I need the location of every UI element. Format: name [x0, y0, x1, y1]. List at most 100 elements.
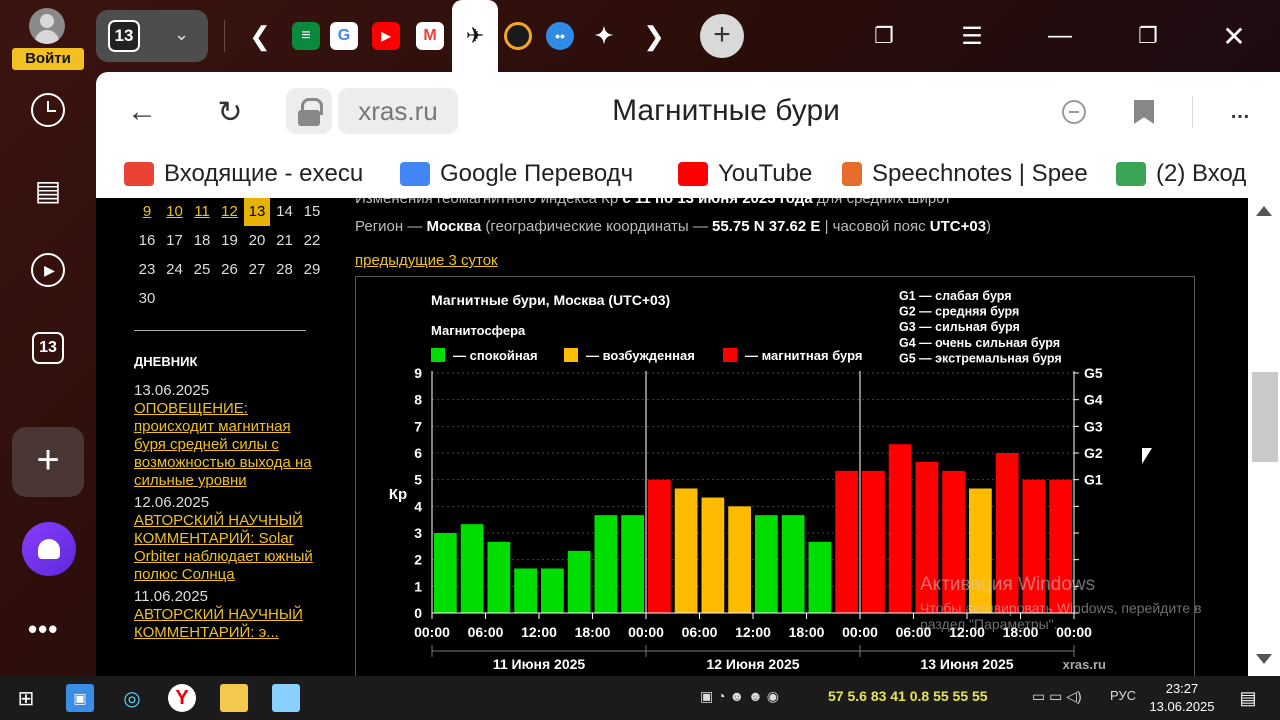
reload-button[interactable]: ↻ [206, 90, 254, 134]
intro-text: Изменения геомагнитного индекса Кр [355, 198, 623, 207]
sparkle-icon[interactable]: ✦ [590, 22, 618, 50]
scroll-down-icon[interactable] [1256, 654, 1272, 664]
url-field[interactable]: xras.ru [338, 88, 458, 134]
previous-3-days-link[interactable]: предыдущие 3 суток [355, 252, 498, 269]
calendar-day: 28 [276, 261, 293, 278]
chevron-right-icon[interactable]: ❯ [636, 18, 672, 54]
legend-swatch [431, 348, 445, 362]
scroll-thumb[interactable] [1252, 372, 1278, 462]
calendar-day: 29 [303, 261, 321, 278]
more-icon[interactable]: ••• [28, 614, 58, 645]
calendar-day[interactable]: 13 [244, 198, 270, 226]
clock-time: 23:27 [1165, 681, 1199, 696]
gmail-icon[interactable]: M [416, 22, 444, 50]
app-icon[interactable]: ▣ [66, 684, 94, 712]
activation-title: Активация Windows [920, 574, 1096, 595]
app-icon[interactable] [272, 684, 300, 712]
address-bar: ← ↻ xras.ru Магнитные бури … [96, 72, 1280, 152]
bookmark-item[interactable]: Google Переводч [400, 156, 656, 192]
login-label: Войти [12, 48, 84, 70]
bookmark-item[interactable]: Speechnotes | Spee [842, 156, 1100, 192]
menu-icon[interactable]: ☰ [954, 18, 990, 54]
calendar-day[interactable]: 10 [162, 198, 188, 226]
tabs-counter-icon[interactable]: 13 [26, 326, 70, 370]
sun-icon[interactable] [504, 22, 532, 50]
chevron-left-icon[interactable]: ❮ [242, 18, 278, 54]
calendar-day: 19 [221, 232, 238, 249]
bookmark-item[interactable]: (2) Вход [1116, 156, 1260, 192]
mouse-cursor-icon [1142, 448, 1152, 464]
minimize-icon[interactable]: — [1042, 18, 1078, 54]
bookmark-icon[interactable] [1126, 94, 1162, 130]
intro-line-1: Изменения геомагнитного индекса Кр с 11 … [355, 198, 951, 207]
chat-icon[interactable]: •• [546, 22, 574, 50]
profile-button[interactable]: Войти [12, 8, 84, 70]
google-icon[interactable]: G [330, 22, 358, 50]
tab-favicon-green[interactable]: ≡ [292, 22, 320, 50]
notifications-icon[interactable]: ▤ [1234, 684, 1262, 712]
g-scale-legend: G2 — средняя буря [899, 305, 1019, 319]
tray-numbers: 57 5.6 83 41 0.8 55 55 55 [828, 688, 988, 704]
youtube-icon[interactable]: ▶ [372, 22, 400, 50]
calendar-day: 14 [276, 203, 293, 220]
calendar-day[interactable]: 12 [217, 198, 243, 226]
diary-link[interactable]: АВТОРСКИЙ НАУЧНЫЙ КОММЕНТАРИЙ: э... [134, 606, 314, 642]
scroll-up-icon[interactable] [1256, 206, 1272, 216]
x-tick-label: 06:00 [468, 624, 504, 640]
windows-start-icon[interactable]: ⊞ [12, 684, 40, 712]
coordinates: 55.75 N 37.62 E [712, 218, 821, 235]
more-menu-icon[interactable]: … [1222, 94, 1258, 130]
kp-bar [567, 550, 591, 613]
close-icon[interactable]: ✕ [1216, 18, 1252, 54]
bookmarks-icon[interactable]: ❐ [866, 18, 902, 54]
y-tick-label: 3 [414, 525, 422, 541]
x-tick-label: 18:00 [789, 624, 825, 640]
tab-active-xras[interactable]: ✈ [452, 0, 498, 72]
bookmark-item[interactable]: Входящие - execu [124, 156, 378, 192]
folder-icon[interactable] [220, 684, 248, 712]
zoom-out-icon[interactable] [1056, 94, 1092, 130]
alice-assistant-icon[interactable] [22, 522, 76, 576]
yandex-browser-icon[interactable]: Y [168, 684, 196, 712]
language-indicator[interactable]: РУС [1110, 688, 1136, 703]
intro-line-2: Регион — Москва (географические координа… [355, 218, 991, 235]
lock-icon[interactable] [286, 88, 332, 134]
collections-icon[interactable]: ▤ [26, 168, 70, 212]
kp-bar [755, 515, 778, 613]
day-label: 12 Июня 2025 [706, 656, 799, 672]
bookmark-item[interactable]: YouTube [678, 156, 818, 192]
diary-link[interactable]: АВТОРСКИЙ НАУЧНЫЙ КОММЕНТАРИЙ: Solar Orb… [134, 512, 314, 584]
kp-bar [621, 515, 644, 613]
new-tab-button[interactable]: + [700, 14, 744, 58]
chart-title: Магнитные бури, Москва (UTC+03) [431, 292, 670, 308]
diary-date: 12.06.2025 [134, 494, 210, 511]
add-panel-button[interactable]: + [12, 427, 84, 497]
diary-date: 13.06.2025 [134, 382, 210, 399]
wifi-app-icon[interactable]: ◎ [118, 684, 146, 712]
g-tick-label: G4 [1084, 392, 1103, 408]
scrollbar[interactable] [1248, 198, 1280, 676]
kp-bar [487, 541, 511, 613]
tray-icons[interactable]: ▣ ◔ ☻ ☻ ◉ [700, 688, 779, 705]
clock[interactable]: 23:27 13.06.2025 [1140, 680, 1224, 716]
intro-text: Регион — [355, 218, 427, 235]
calendar-day[interactable]: 9 [134, 198, 160, 226]
history-icon[interactable] [26, 88, 70, 132]
y-axis-label: Кр [389, 486, 407, 503]
day-label: 13 Июня 2025 [920, 656, 1013, 672]
calendar-day[interactable]: 11 [189, 198, 215, 226]
g-scale-legend: G1 — слабая буря [899, 289, 1012, 303]
calendar-day: 26 [221, 261, 238, 278]
calendar-day: 27 [248, 261, 266, 278]
x-tick-label: 00:00 [414, 624, 450, 640]
tray-system-icons[interactable]: ▭ ▭ ◁) [1032, 688, 1082, 705]
divider [1192, 96, 1193, 128]
back-button[interactable]: ← [118, 90, 166, 134]
restore-icon[interactable]: ❐ [1130, 18, 1166, 54]
intro-period: с 11 по 13 июня 2025 года [622, 198, 813, 207]
tab-group-button[interactable]: 13 ⌄ [96, 10, 208, 62]
calendar-day: 30 [138, 290, 156, 307]
play-icon[interactable]: ▶ [26, 248, 70, 292]
diary-link[interactable]: ОПОВЕЩЕНИЕ: происходит магнитная буря ср… [134, 400, 314, 490]
y-tick-label: 4 [414, 498, 422, 514]
